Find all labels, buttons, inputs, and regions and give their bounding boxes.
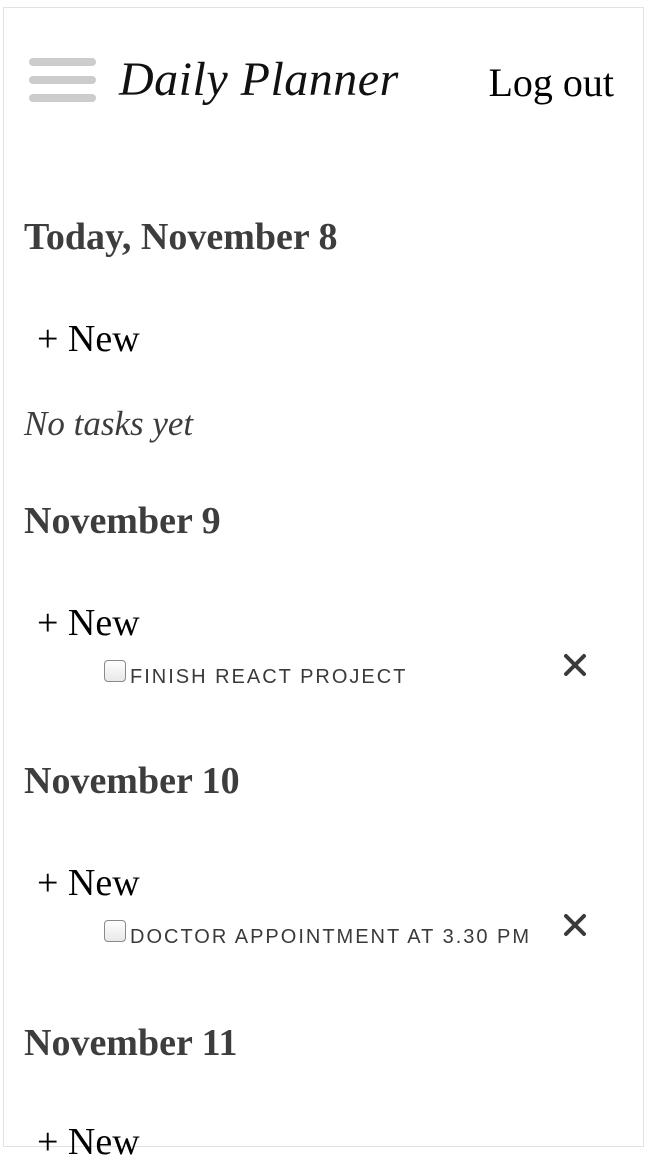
app-title: Daily Planner <box>119 53 399 106</box>
day-heading: November 11 <box>24 1022 238 1064</box>
app-frame <box>3 7 644 1147</box>
close-icon[interactable] <box>563 653 587 677</box>
day-heading: November 10 <box>24 760 240 802</box>
close-icon[interactable] <box>563 913 587 937</box>
new-task-button[interactable]: + New <box>37 861 140 905</box>
menu-bar <box>29 76 96 84</box>
new-task-button[interactable]: + New <box>37 317 140 361</box>
day-heading: Today, November 8 <box>24 216 338 258</box>
task-label: FINISH REACT PROJECT <box>130 666 408 688</box>
hamburger-menu-icon[interactable] <box>29 58 96 102</box>
empty-tasks-message: No tasks yet <box>24 404 194 443</box>
task-checkbox[interactable] <box>104 920 126 942</box>
task-label: DOCTOR APPOINTMENT AT 3.30 PM <box>130 926 532 948</box>
day-heading: November 9 <box>24 500 221 542</box>
menu-bar <box>29 58 96 66</box>
logout-button[interactable]: Log out <box>488 60 614 106</box>
menu-bar <box>29 94 96 102</box>
new-task-button[interactable]: + New <box>37 1120 140 1164</box>
task-checkbox[interactable] <box>104 660 126 682</box>
new-task-button[interactable]: + New <box>37 601 140 645</box>
